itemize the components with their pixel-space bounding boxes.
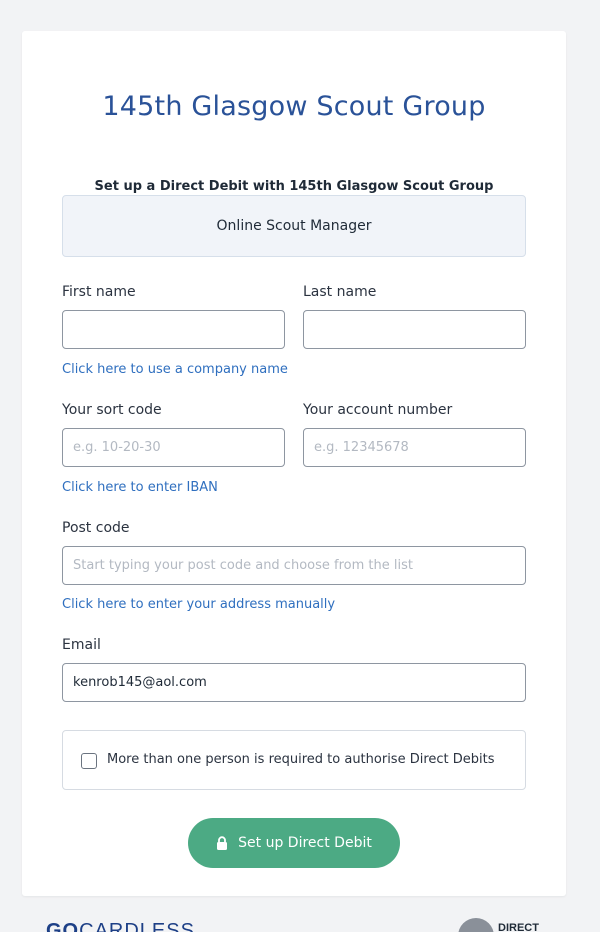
account-number-label: Your account number: [303, 402, 453, 418]
email-input[interactable]: [62, 663, 526, 702]
organisation-box: Online Scout Manager: [62, 195, 526, 257]
setup-direct-debit-button[interactable]: Set up Direct Debit: [188, 818, 400, 868]
first-name-label: First name: [62, 284, 136, 300]
last-name-input[interactable]: [303, 310, 526, 349]
direct-debit-logo: DIRECT: [458, 918, 539, 932]
company-name-link[interactable]: Click here to use a company name: [62, 362, 288, 377]
gocardless-logo: GOCARDLESS: [46, 920, 195, 932]
last-name-label: Last name: [303, 284, 377, 300]
post-code-input[interactable]: [62, 546, 526, 585]
direct-debit-form-card: 145th Glasgow Scout Group Set up a Direc…: [22, 31, 566, 896]
setup-direct-debit-label: Set up Direct Debit: [238, 835, 372, 851]
group-title: 145th Glasgow Scout Group: [102, 91, 486, 122]
sort-code-label: Your sort code: [62, 402, 162, 418]
post-code-label: Post code: [62, 520, 130, 536]
multi-authorise-checkbox[interactable]: [81, 753, 97, 769]
manual-address-link[interactable]: Click here to enter your address manuall…: [62, 597, 335, 612]
sort-code-input[interactable]: [62, 428, 285, 467]
multi-authorise-box: More than one person is required to auth…: [62, 730, 526, 790]
iban-link[interactable]: Click here to enter IBAN: [62, 480, 218, 495]
organisation-name: Online Scout Manager: [216, 218, 372, 234]
setup-heading: Set up a Direct Debit with 145th Glasgow…: [94, 179, 494, 194]
first-name-input[interactable]: [62, 310, 285, 349]
multi-authorise-label: More than one person is required to auth…: [107, 752, 495, 767]
email-label: Email: [62, 637, 101, 653]
direct-debit-logo-icon: [458, 918, 494, 932]
account-number-input[interactable]: [303, 428, 526, 467]
lock-icon: [216, 836, 228, 850]
